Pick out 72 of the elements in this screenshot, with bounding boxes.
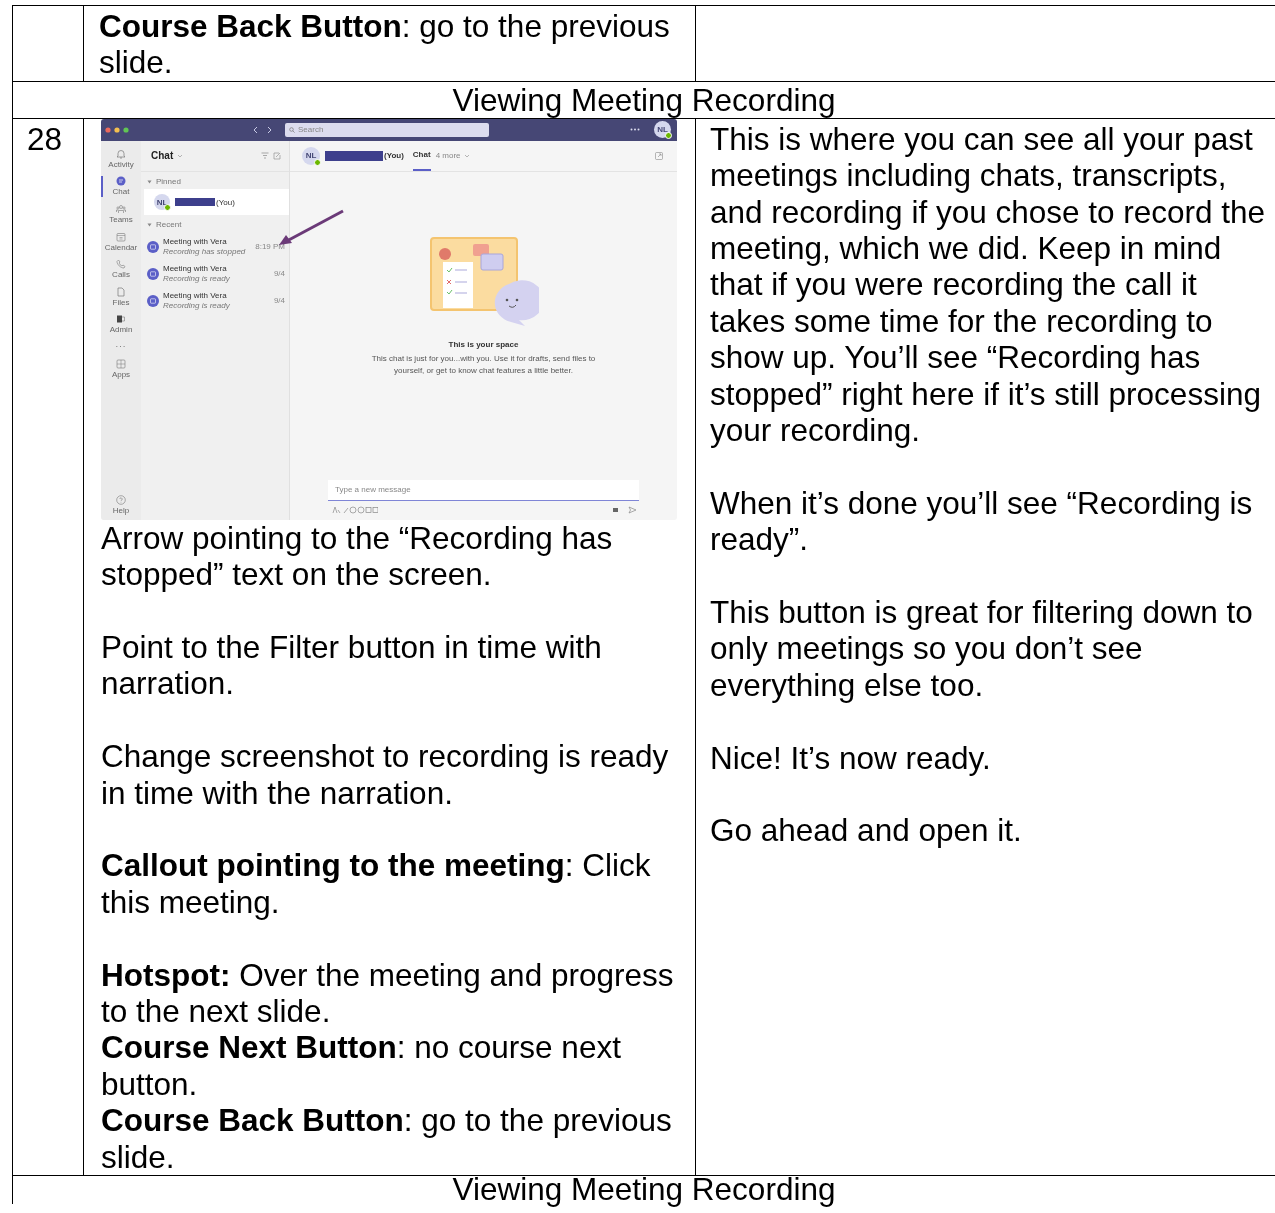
avatar: NL <box>154 194 170 211</box>
help-icon <box>116 495 126 506</box>
apps-icon <box>116 358 126 369</box>
rail-item[interactable]: Files <box>101 286 141 308</box>
chat-list-item[interactable]: Meeting with Vera Recording has stopped 8:19 PM <box>141 233 289 260</box>
direction-text: Change screenshot to recording is ready in time with the narration. <box>101 738 670 812</box>
section-label[interactable]: Recent <box>156 220 182 230</box>
avatar: NL <box>302 146 320 165</box>
presence-dot <box>665 132 672 140</box>
empty-state-title: This is your space <box>448 339 519 350</box>
profile-avatar[interactable]: NL <box>654 121 671 139</box>
phone-icon <box>116 259 126 270</box>
direction-text: Course Back Button: go to the previous slide. <box>99 8 671 81</box>
meeting-icon <box>147 267 159 280</box>
file-icon <box>116 286 126 297</box>
chat-list-item[interactable]: NL (You) <box>144 189 289 216</box>
pop-out-icon[interactable] <box>655 151 663 160</box>
rail-item[interactable]: Calls <box>101 259 141 280</box>
section-label[interactable]: Pinned <box>156 176 181 187</box>
chat-icon <box>116 176 126 187</box>
row-number: 28 <box>27 120 63 157</box>
rail-item[interactable]: Admin <box>101 314 141 335</box>
narration-text: This button is great for filtering down to only meetings so you don’t see everything else too. <box>710 594 1254 704</box>
narration-text: Nice! It’s now ready. <box>710 739 992 777</box>
send-icon[interactable] <box>628 505 637 514</box>
rail-item[interactable]: Chat <box>101 176 141 197</box>
search-icon <box>289 126 295 133</box>
meeting-icon <box>147 240 159 253</box>
chat-name-suffix: (You) <box>384 151 404 161</box>
caret-icon[interactable] <box>147 179 152 184</box>
compose-icon[interactable] <box>273 151 281 160</box>
admin-app-icon <box>116 314 126 325</box>
narration-text: Go ahead and open it. <box>710 812 1023 849</box>
search-field[interactable]: Search <box>285 122 489 137</box>
direction-text: Arrow pointing to the “Recording has stopped” text on the screen. <box>101 519 614 593</box>
direction-text: Callout pointing to the meeting: Click this meeting. <box>101 847 652 921</box>
empty-state-text: This chat is just for you...with you. Use it for drafts, send files to yourself, or get to know chat features a little better. <box>370 353 597 376</box>
bell-icon <box>116 148 126 159</box>
help-button[interactable]: Help <box>101 495 141 516</box>
chevron-down-icon[interactable] <box>177 153 184 158</box>
panel-title[interactable]: Chat <box>151 149 174 162</box>
redacted-name-block <box>325 150 383 161</box>
message-input[interactable]: Type a new message <box>328 479 639 501</box>
direction-text: Course Back Button: go to the previous slide. <box>101 1102 673 1176</box>
chevron-down-icon[interactable] <box>463 153 470 158</box>
direction-text: Hotspot: Over the meeting and progress to the next slide. <box>101 956 675 1030</box>
more-icon[interactable] <box>630 128 640 132</box>
people-icon <box>116 204 126 214</box>
rail-item[interactable]: Activity <box>101 148 141 170</box>
presence-dot <box>164 204 171 212</box>
rail-item[interactable]: Teams <box>101 204 141 225</box>
calendar-icon <box>116 231 126 242</box>
section-header: Viewing Meeting Recording <box>452 81 836 118</box>
narration-text: This is where you can see all your past meetings including chats, transcripts, and recording if you chose to record the meeting, which we did. Keep in mind that if you were recording the call it takes some time for the recording to show up. You’ll see “Recording has stopped” right here if it’s still processing your recording. <box>710 120 1267 449</box>
chat-tab[interactable]: 4 more <box>435 140 470 171</box>
rail-item[interactable]: Apps <box>101 358 141 380</box>
rail-item[interactable]: ··· <box>101 341 141 352</box>
window-controls-icon <box>105 126 131 133</box>
chat-tab[interactable]: Chat <box>412 140 431 171</box>
meeting-icon <box>147 294 159 307</box>
narration-text: When it’s done you’ll see “Recording is ready”. <box>710 484 1254 558</box>
presence-dot <box>314 158 321 166</box>
direction-text: Point to the Filter button in time with narration. <box>101 629 603 702</box>
caret-icon[interactable] <box>147 223 152 228</box>
direction-text: Course Next Button: no course next button. <box>101 1029 622 1103</box>
filter-icon[interactable] <box>261 152 269 160</box>
format-toolbar-icons[interactable] <box>332 505 378 514</box>
back-forward-icon[interactable] <box>253 125 273 134</box>
chat-list-item[interactable]: Meeting with Vera Recording is ready 9/4 <box>141 287 289 314</box>
redacted-name-block <box>175 198 215 207</box>
rail-item[interactable]: Calendar <box>101 231 141 253</box>
chat-list-item[interactable]: Meeting with Vera Recording is ready 9/4 <box>141 260 289 287</box>
